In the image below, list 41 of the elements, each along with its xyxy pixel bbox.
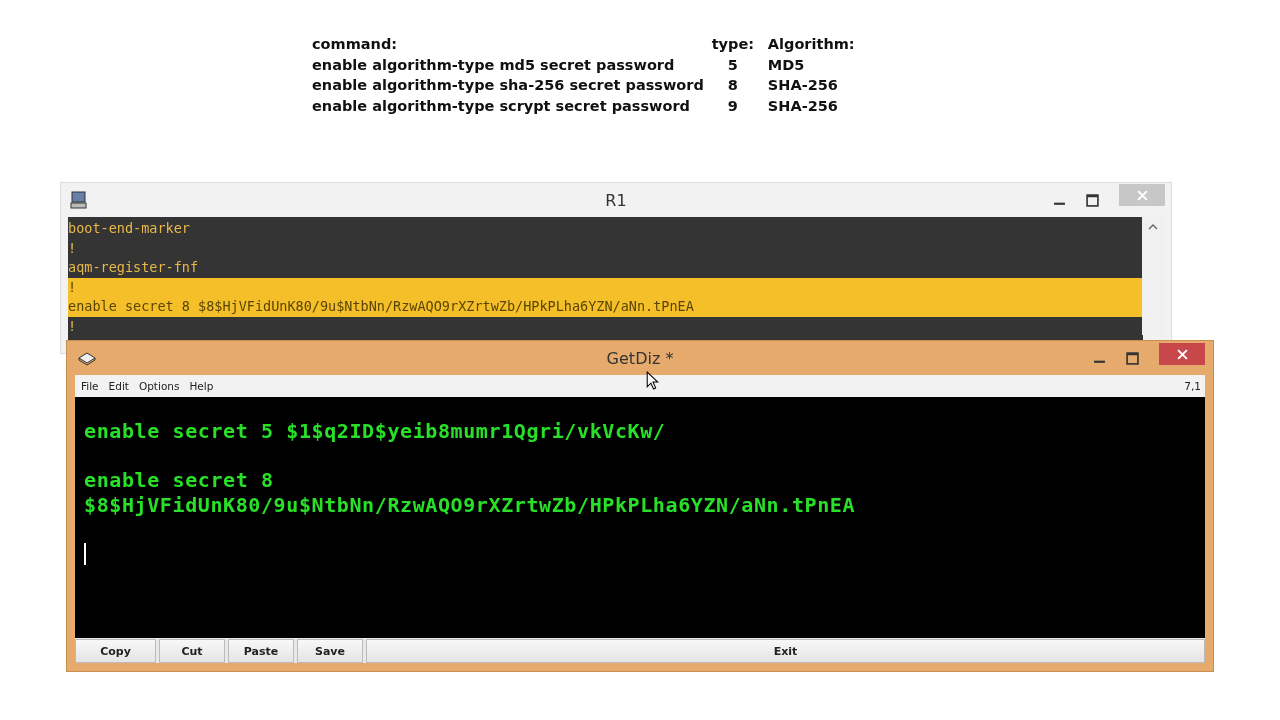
editor-area[interactable]: enable secret 5 $1$q2ID$yeib8mumr1Qgri/vkVcKw/ enable secret 8 $8$HjVFidUnK80/9u$NtbNn/RzwAQO9rXZrtwZb/HPkPLha6YZN/aNn.tPnEA [75, 397, 1205, 638]
table-cell-text: 9 [726, 96, 739, 116]
terminal-line: boot-end-marker [68, 219, 191, 238]
toolbar-button[interactable]: Save [297, 639, 363, 663]
close-button[interactable] [1159, 343, 1205, 365]
table-cell-text: enable algorithm-type scrypt secret password [312, 96, 691, 116]
close-icon [1136, 189, 1148, 201]
scroll-up-icon[interactable] [1148, 223, 1158, 231]
column-header: Algorithm: [767, 35, 855, 54]
toolbar-button[interactable]: Cut [159, 639, 225, 663]
table-cell-text: enable algorithm-type md5 secret password [312, 55, 676, 75]
cursor-position: 7,1 [1184, 380, 1201, 392]
table-cell-text: enable algorithm-type sha-256 secret password [312, 76, 704, 95]
window-title: GetDiz * [606, 348, 674, 368]
terminal-line: aqm-register-fnf [68, 258, 200, 277]
window-title: R1 [605, 190, 627, 210]
toolbar-button[interactable]: Copy [75, 639, 156, 663]
table-cell-text: MD5 [767, 55, 806, 75]
maximize-icon[interactable] [1086, 193, 1099, 207]
table-cell-text: SHA-256 [767, 96, 839, 116]
close-icon [1176, 348, 1188, 360]
editor-line: enable secret 5 $1$q2ID$yeib8mumr1Qgri/vkVcKw/ [84, 419, 667, 444]
terminal-line: ! [68, 238, 78, 258]
maximize-icon[interactable] [1126, 351, 1139, 365]
toolbar-button[interactable]: Paste [228, 639, 294, 663]
column-header: type: [710, 35, 756, 54]
menu-item[interactable]: Help [189, 380, 214, 392]
editor-line: $8$HjVFidUnK80/9u$NtbNn/RzwAQO9rXZrtwZb/HPkPLha6YZN/aNn.tPnEA [84, 492, 857, 517]
menu-item[interactable]: File [81, 380, 99, 392]
menu-item[interactable]: Edit [108, 380, 129, 392]
column-header: command: [312, 35, 399, 54]
mouse-pointer-icon [646, 371, 659, 390]
menu-item[interactable]: Options [138, 380, 180, 392]
table-cell-text: 5 [726, 55, 739, 75]
terminal-line: ! [68, 316, 78, 336]
table-cell-text: 8 [726, 76, 739, 95]
computer-icon [69, 190, 89, 210]
text-cursor [84, 543, 86, 565]
editor-line: enable secret 8 [84, 468, 275, 493]
table-cell-text: SHA-256 [767, 76, 839, 95]
toolbar-button[interactable]: Exit [366, 639, 1205, 663]
